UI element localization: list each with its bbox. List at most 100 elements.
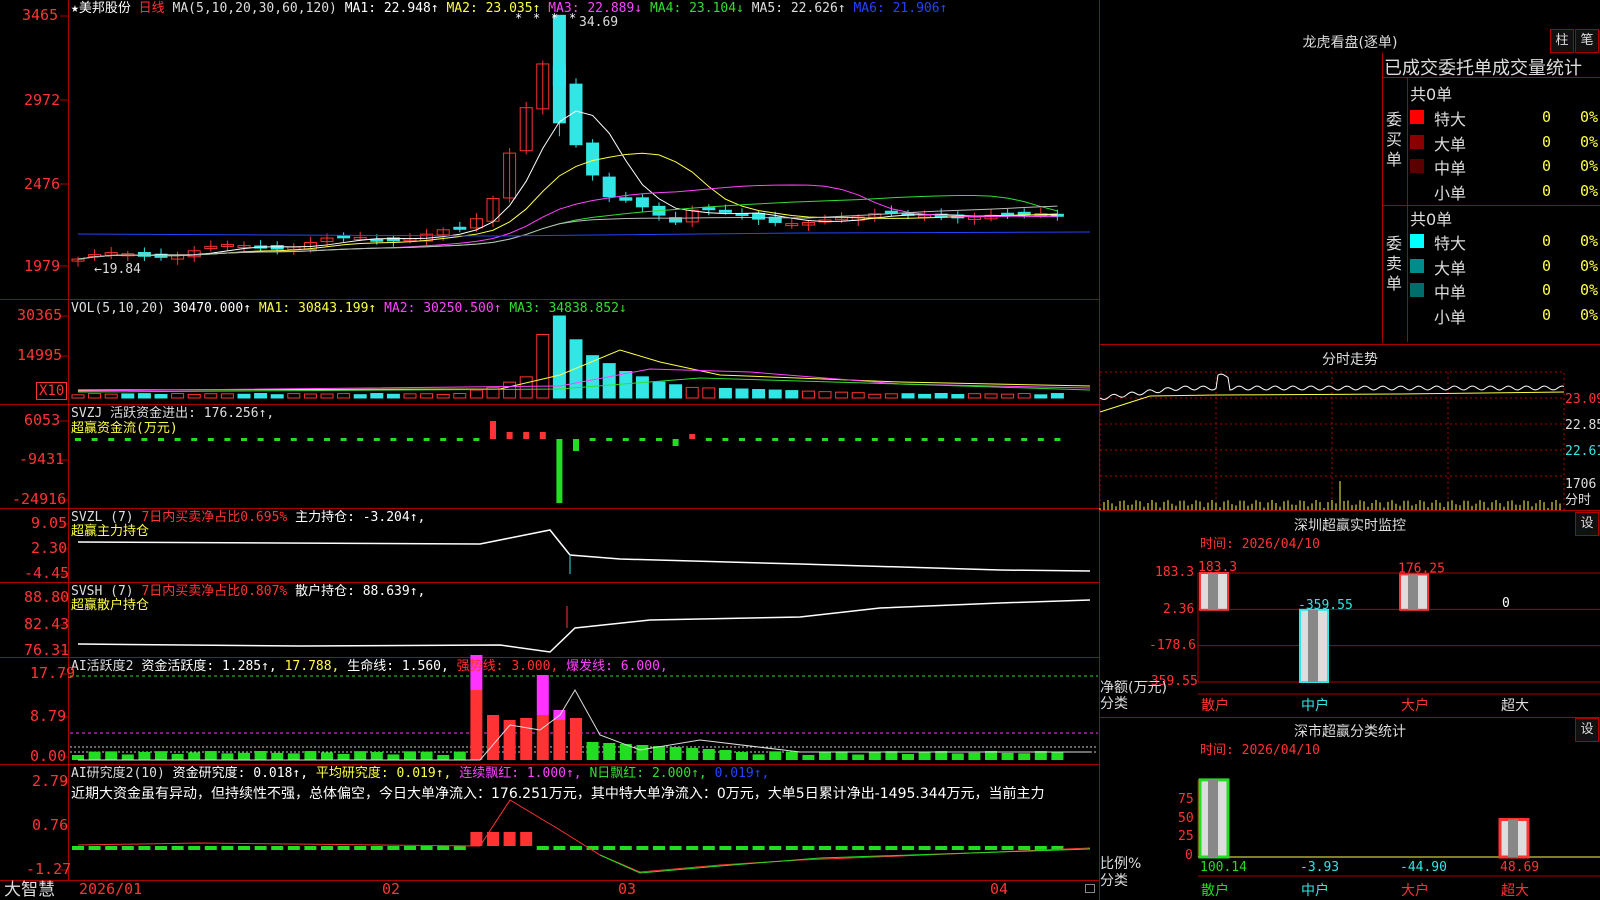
- ai2-bar: [669, 747, 682, 760]
- vol-label: VOL(5,10,20): [71, 301, 165, 316]
- volume-bar: [154, 394, 168, 399]
- svzj-bar: [1054, 438, 1061, 441]
- volume-bar: [420, 393, 434, 399]
- ai-r-bar: [238, 846, 250, 850]
- svzj-bar: [722, 438, 729, 441]
- ai-r-bar: [204, 846, 217, 850]
- sz-monitor-settings-button[interactable]: 设: [1575, 512, 1599, 536]
- ai2-bar: [387, 754, 400, 760]
- ai2-bar: [918, 752, 931, 760]
- price-chart-canvas[interactable]: * * * *: [0, 0, 1100, 900]
- ai-r-bar: [968, 846, 981, 850]
- svsh-axis-label: 88.80: [24, 588, 70, 606]
- volume-bar: [71, 394, 85, 399]
- ai2-bar: [470, 690, 483, 760]
- ai-r-axis-label: 0.76: [32, 816, 69, 834]
- svzl-axis-label: -4.45: [24, 564, 70, 582]
- ai2-bar: [370, 751, 383, 760]
- candle-body: [718, 209, 732, 213]
- svzj-bar: [672, 439, 679, 446]
- svzj-bar: [274, 438, 281, 441]
- svzj-bar: [224, 438, 231, 441]
- vol-axis-label: 14995: [17, 346, 63, 364]
- brand-logo: 大智慧: [4, 880, 55, 900]
- svzj-bar: [639, 438, 646, 441]
- ai-r-bar: [885, 846, 898, 850]
- candle-body: [270, 245, 284, 250]
- sz-class-settings-button[interactable]: 设: [1575, 718, 1599, 742]
- bar-mode-button[interactable]: 柱: [1550, 29, 1574, 53]
- volume-bar: [635, 376, 649, 399]
- color-swatch: [1410, 134, 1424, 149]
- ai2-a: 资金活跃度: 1.285↑,: [141, 659, 277, 674]
- svzj-bar: [357, 438, 364, 441]
- svzj-bars: [75, 421, 1061, 503]
- candle-body: [619, 197, 633, 201]
- ai2-bar: [88, 751, 101, 760]
- volume-bar: [320, 393, 334, 399]
- ai-r-bar: [354, 846, 367, 850]
- ai2-bar: [769, 751, 782, 760]
- ai2-bar: [570, 718, 582, 760]
- ai2-bar: [1018, 753, 1031, 760]
- sz-class-cat: 分类: [1100, 873, 1128, 889]
- ai-r-bar: [404, 846, 416, 850]
- ai-r-e: 0.019↑,: [714, 766, 770, 781]
- candle-body: [1017, 211, 1031, 215]
- ai-r-bar: [769, 846, 782, 850]
- svzj-bar: [1004, 438, 1011, 441]
- svzj-bar: [340, 438, 347, 441]
- candle-body: [602, 176, 616, 198]
- ai-r-bar: [985, 846, 997, 850]
- ai2-bar: [520, 718, 533, 760]
- ai-r-bar: [603, 846, 616, 850]
- ai2-bar: [171, 753, 184, 760]
- ai2-axis-label: 17.79: [30, 664, 76, 682]
- ai-r-bar: [835, 846, 848, 850]
- ma-line: [77, 231, 1091, 237]
- svzj-bar: [490, 421, 496, 439]
- ai2-header: AI活跃度2 资金活跃度: 1.285↑, 17.788, 生命线: 1.560…: [71, 659, 668, 674]
- sz-class-axis: 75: [1178, 792, 1194, 807]
- ai-r-bar: [453, 846, 466, 850]
- ai2-axis-label: 8.79: [30, 707, 67, 725]
- vol-unit-badge[interactable]: X10: [36, 382, 68, 400]
- tick-mode-button[interactable]: 笔: [1575, 29, 1599, 53]
- volume-bar: [851, 392, 865, 399]
- ma4-value: MA4: 23.104↓: [649, 1, 744, 16]
- period-label[interactable]: 日线: [139, 1, 165, 16]
- ai-r-bar: [271, 846, 284, 850]
- ai-r-bar: [686, 846, 699, 850]
- ai2-d: 强势线: 3.000,: [456, 659, 559, 674]
- lock-icon[interactable]: [1085, 884, 1095, 893]
- ai-r-bar: [254, 846, 267, 850]
- buy-row: 大单 0 0%: [1408, 131, 1600, 154]
- ai-r-bar: [387, 846, 400, 850]
- ai2-bar: [902, 753, 914, 760]
- svsh-axis-label: 76.31: [24, 641, 70, 659]
- svzj-bar: [589, 438, 596, 441]
- sell-row: 大单 0 0%: [1408, 255, 1600, 278]
- volume-bar: [1017, 393, 1031, 399]
- candle-body: [702, 207, 716, 211]
- ai-r-bar: [619, 846, 632, 850]
- price-axis-label: 1979: [24, 257, 61, 275]
- ai-r-bar: [520, 832, 533, 846]
- svzl-header: SVZL (7) 7日内买卖净占比0.695% 主力持仓: -3.204↑,: [71, 510, 425, 525]
- price-axis-label: 3465: [22, 6, 59, 24]
- stock-name[interactable]: 美邦股份: [79, 1, 131, 16]
- sz-monitor-axis: -178.6: [1149, 638, 1196, 653]
- ai-r-bar: [72, 846, 84, 850]
- ai-r-bar: [304, 846, 317, 850]
- volume-bars: [71, 315, 1064, 399]
- volume-bar: [967, 393, 981, 399]
- svzj-bar: [141, 438, 148, 441]
- ma6-value: MA6: 21.906↑: [853, 1, 948, 16]
- svzj-bar: [407, 438, 413, 441]
- ai2-bar: [885, 751, 898, 760]
- vol-ma-line: [77, 368, 1091, 392]
- sell-row: 小单 0 0%: [1408, 304, 1600, 327]
- row-count: 0: [1542, 132, 1552, 151]
- volume-bar: [403, 393, 417, 399]
- svzj-bar: [158, 438, 164, 441]
